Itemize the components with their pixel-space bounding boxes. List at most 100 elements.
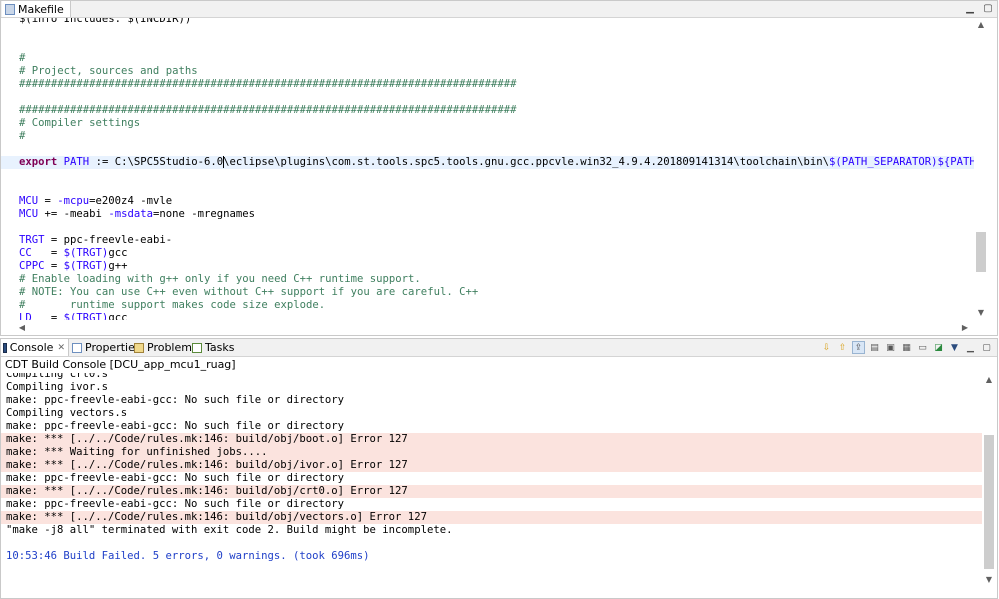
code-line[interactable]: ########################################… <box>19 78 516 91</box>
scroll-lock-icon[interactable]: ⇩ <box>820 341 833 354</box>
code-token: g++ <box>108 260 128 272</box>
word-wrap-icon[interactable]: ▤ <box>868 341 881 354</box>
code-token: $(TRGT) <box>63 247 109 259</box>
console-line: Compiling vectors.s <box>6 407 128 419</box>
code-token: gcc <box>108 247 128 259</box>
code-line[interactable]: MCU += -meabi -msdata=none -mregnames <box>19 208 255 221</box>
code-token: =none -mregnames <box>152 208 256 220</box>
code-token: = ppc-freevle-eabi- <box>44 234 173 246</box>
maximize-icon[interactable]: ▢ <box>983 3 993 14</box>
code-token: = <box>44 260 64 272</box>
editor-tab-label: Makefile <box>18 2 64 16</box>
console-toolbar: ⇩ ⇧ ⇪ ▤ ▣ ▦ ▭ ◪ ▼ ▁ ▢ <box>820 341 993 354</box>
code-token: \eclipse\plugins\com.st.tools.spc5.tools… <box>223 156 830 168</box>
code-line[interactable]: MCU = -mcpu=e200z4 -mvle <box>19 195 172 208</box>
code-token: # Compiler settings <box>19 117 141 129</box>
code-token: ########################################… <box>19 78 517 90</box>
previous-error-icon[interactable]: ⇪ <box>852 341 865 354</box>
editor-horizontal-scrollbar[interactable]: ◀ ▶ <box>1 320 974 334</box>
problems-icon <box>134 342 144 353</box>
code-line[interactable]: # NOTE: You can use C++ even without C++… <box>19 286 478 299</box>
next-error-icon[interactable]: ⇧ <box>836 341 849 354</box>
console-scroll-thumb[interactable] <box>984 435 994 569</box>
editor-tab-makefile[interactable]: Makefile <box>2 1 71 17</box>
code-token: # NOTE: You can use C++ even without C++… <box>19 286 479 298</box>
code-token: $(PATH_SEPARATOR)${PATH} <box>829 156 974 168</box>
display-selected-console-icon[interactable]: ◪ <box>932 341 945 354</box>
scroll-down-icon[interactable]: ▼ <box>974 306 988 318</box>
code-line[interactable]: # runtime support makes code size explod… <box>19 299 325 312</box>
close-icon[interactable]: ✕ <box>57 343 65 353</box>
minimize-icon[interactable]: ▁ <box>965 3 975 14</box>
code-token: PATH <box>63 156 90 168</box>
code-token: # Enable loading with g++ only if you ne… <box>19 273 421 285</box>
scroll-up-icon[interactable]: ▲ <box>974 18 988 30</box>
console-line: make: ppc-freevle-eabi-gcc: No such file… <box>6 394 345 406</box>
console-line: make: ppc-freevle-eabi-gcc: No such file… <box>6 472 345 484</box>
code-token: = <box>31 247 64 259</box>
code-line[interactable]: CPPC = $(TRGT)g++ <box>19 260 127 273</box>
console-line: make: ppc-freevle-eabi-gcc: No such file… <box>6 498 345 510</box>
scroll-right-icon[interactable]: ▶ <box>958 320 972 334</box>
code-line[interactable]: LD = $(TRGT)gcc <box>19 312 127 320</box>
properties-icon <box>72 342 82 353</box>
code-token: # runtime support makes code size explod… <box>19 299 326 311</box>
code-token: CC <box>19 247 32 259</box>
scroll-down-icon[interactable]: ▼ <box>982 573 996 585</box>
code-token: = <box>38 195 58 207</box>
console-error-line[interactable]: make: *** Waiting for unfinished jobs...… <box>1 446 982 459</box>
editor-pane: Makefile ▁ ▢ $(info Includes: $(INCDIR))… <box>0 0 998 336</box>
tab-tasks-label: Tasks <box>205 341 235 354</box>
console-error-line[interactable]: make: *** [../../Code/rules.mk:146: buil… <box>1 459 982 472</box>
pin-console-icon[interactable]: ▭ <box>916 341 929 354</box>
code-token: =e200z4 -mvle <box>89 195 173 207</box>
tab-console[interactable]: Console ✕ <box>1 339 69 356</box>
console-subtitle: CDT Build Console [DCU_app_mcu1_ruag] <box>5 358 236 371</box>
code-line[interactable]: ########################################… <box>19 104 516 117</box>
editor-scroll-thumb[interactable] <box>976 232 986 272</box>
code-line[interactable]: CC = $(TRGT)gcc <box>19 247 127 260</box>
code-token: += -meabi <box>38 208 109 220</box>
console-line: Compiling ivor.s <box>6 381 109 393</box>
code-line[interactable]: $(info Includes: $(INCDIR)) <box>19 18 191 26</box>
code-line[interactable]: TRGT = ppc-freevle-eabi- <box>19 234 172 247</box>
code-token: export <box>19 156 58 168</box>
view-tab-bar: Console ✕ Properties Problems Tasks ⇩ ⇧ … <box>1 339 997 357</box>
console-line: make: ppc-freevle-eabi-gcc: No such file… <box>6 420 345 432</box>
code-token: MCU <box>19 195 39 207</box>
code-token: gcc <box>108 312 128 320</box>
console-line: "make -j8 all" terminated with exit code… <box>6 524 453 536</box>
editor-tab-bar: Makefile ▁ ▢ <box>1 1 997 18</box>
open-console-icon[interactable]: ▼ <box>948 341 961 354</box>
tab-tasks[interactable]: Tasks <box>190 339 237 356</box>
console-error-line[interactable]: make: *** [../../Code/rules.mk:146: buil… <box>1 485 982 498</box>
clear-console-icon[interactable]: ▦ <box>900 341 913 354</box>
code-line[interactable]: # <box>19 52 25 65</box>
console-icon <box>3 342 7 353</box>
console-output[interactable]: Compiling crt0.s Compiling ivor.s make: pp… <box>1 373 982 583</box>
minimize-icon[interactable]: ▁ <box>964 341 977 354</box>
editor-vertical-scrollbar[interactable]: ▲ ▼ <box>974 18 988 318</box>
scroll-up-icon[interactable]: ▲ <box>982 373 996 385</box>
tasks-icon <box>192 342 202 353</box>
code-line[interactable]: # Compiler settings <box>19 117 140 130</box>
code-line[interactable]: # Enable loading with g++ only if you ne… <box>19 273 421 286</box>
code-token: ########################################… <box>19 104 517 116</box>
code-token: # Project, sources and paths <box>19 65 198 77</box>
code-token: $(TRGT) <box>63 260 109 272</box>
code-area[interactable]: $(info Includes: $(INCDIR)) # # Project, s… <box>1 18 974 320</box>
console-line: Compiling crt0.s <box>6 373 109 380</box>
code-line[interactable]: # <box>19 130 25 143</box>
code-line-current[interactable]: export PATH := C:\SPC5Studio-6.0\eclipse… <box>1 156 974 169</box>
code-line[interactable]: # Project, sources and paths <box>19 65 198 78</box>
console-vertical-scrollbar[interactable]: ▲ ▼ <box>982 373 996 585</box>
console-error-line[interactable]: make: *** [../../Code/rules.mk:146: buil… <box>1 433 982 446</box>
code-token: CPPC <box>19 260 45 272</box>
code-token: -msdata <box>108 208 153 220</box>
scroll-left-icon[interactable]: ◀ <box>15 320 29 334</box>
code-token: $(info Includes: $(INCDIR)) <box>19 18 192 25</box>
console-error-line[interactable]: make: *** [../../Code/rules.mk:146: buil… <box>1 511 982 524</box>
maximize-icon[interactable]: ▢ <box>980 341 993 354</box>
copy-icon[interactable]: ▣ <box>884 341 897 354</box>
